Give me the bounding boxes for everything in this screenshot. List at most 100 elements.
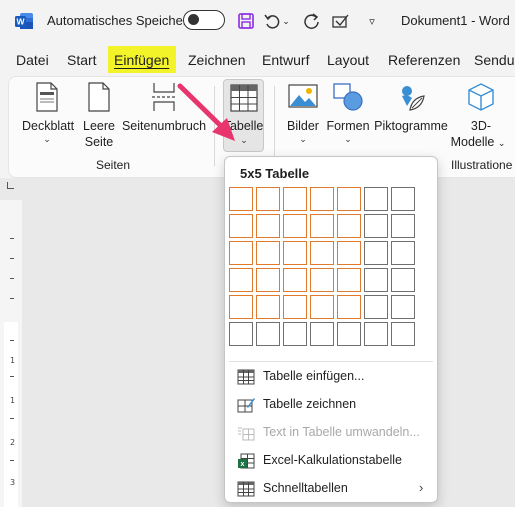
grid-cell-selected[interactable] xyxy=(337,214,361,238)
grid-cell[interactable] xyxy=(283,322,307,346)
grid-cell-selected[interactable] xyxy=(337,241,361,265)
word-logo-icon: W xyxy=(14,11,34,31)
menu-item-tabelle-einfuegen[interactable]: Tabelle einfügen... xyxy=(229,363,433,391)
cube-3d-icon xyxy=(468,83,494,111)
autosave-label: Automatisches Speichern xyxy=(47,13,195,28)
grid-cell-selected[interactable] xyxy=(283,268,307,292)
grid-cell[interactable] xyxy=(391,241,415,265)
grid-cell-selected[interactable] xyxy=(229,268,253,292)
grid-cell[interactable] xyxy=(364,322,388,346)
title-bar: W Automatisches Speichern ⌄ ▿ Dokument1 … xyxy=(0,0,515,42)
toggle-knob xyxy=(188,14,199,25)
grid-cell[interactable] xyxy=(391,268,415,292)
undo-dropdown-icon[interactable]: ⌄ xyxy=(281,11,291,31)
grid-cell-selected[interactable] xyxy=(310,214,334,238)
quick-access-menu-icon[interactable]: ▿ xyxy=(362,11,382,31)
menu-label: Excel-Kalkulationstabelle xyxy=(263,453,402,467)
grid-cell[interactable] xyxy=(310,322,334,346)
grid-cell-selected[interactable] xyxy=(337,295,361,319)
grid-cell[interactable] xyxy=(229,322,253,346)
chevron-down-icon: ⌄ xyxy=(240,135,248,145)
tab-start[interactable]: Start xyxy=(67,52,97,68)
deckblatt-button[interactable]: Deckblatt ⌄ xyxy=(22,82,75,152)
grid-cell[interactable] xyxy=(364,268,388,292)
grid-cell[interactable] xyxy=(364,214,388,238)
group-separator xyxy=(214,86,215,166)
seitenumbruch-label: Seitenumbruch xyxy=(121,119,207,133)
grid-cell-selected[interactable] xyxy=(283,214,307,238)
tabelle-label: Tabelle xyxy=(223,119,264,133)
grid-cell[interactable] xyxy=(337,322,361,346)
ruler-tick xyxy=(10,340,14,341)
text-to-table-icon xyxy=(238,427,255,441)
group-separator xyxy=(274,86,275,166)
save-icon[interactable] xyxy=(236,11,256,31)
grid-cell[interactable] xyxy=(364,295,388,319)
piktogramme-button[interactable]: Piktogramme xyxy=(374,82,448,152)
ruler-tick xyxy=(10,278,14,279)
grid-cell-selected[interactable] xyxy=(256,268,280,292)
3d-modelle-button[interactable]: 3D- Modelle ⌄ xyxy=(451,82,507,154)
grid-cell-selected[interactable] xyxy=(283,295,307,319)
page-break-icon xyxy=(152,83,176,111)
grid-cell[interactable] xyxy=(391,295,415,319)
grid-cell[interactable] xyxy=(256,322,280,346)
tab-einfuegen[interactable]: Einfügen xyxy=(114,52,169,68)
undo-icon[interactable] xyxy=(262,11,282,31)
table-size-grid[interactable] xyxy=(229,187,419,352)
grid-cell-selected[interactable] xyxy=(256,241,280,265)
table-draw-icon xyxy=(237,398,255,413)
tab-datei[interactable]: Datei xyxy=(16,52,49,68)
grid-cell[interactable] xyxy=(364,187,388,211)
grid-cell-selected[interactable] xyxy=(283,241,307,265)
grid-cell-selected[interactable] xyxy=(229,214,253,238)
formen-label: Formen xyxy=(326,119,370,133)
menu-label: Schnelltabellen xyxy=(263,481,348,495)
grid-cell-selected[interactable] xyxy=(256,187,280,211)
ruler-tick xyxy=(10,418,14,419)
grid-cell[interactable] xyxy=(391,214,415,238)
grid-cell-selected[interactable] xyxy=(229,187,253,211)
seitenumbruch-button[interactable]: Seitenumbruch xyxy=(121,82,207,152)
customize-icon[interactable] xyxy=(331,11,351,31)
grid-cell-selected[interactable] xyxy=(310,187,334,211)
grid-cell-selected[interactable] xyxy=(229,241,253,265)
grid-cell[interactable] xyxy=(391,322,415,346)
deckblatt-label: Deckblatt xyxy=(22,119,75,133)
grid-cell-selected[interactable] xyxy=(256,214,280,238)
tab-entwurf[interactable]: Entwurf xyxy=(262,52,309,68)
leere-seite-button[interactable]: Leere Seite xyxy=(80,82,118,152)
quick-tables-icon xyxy=(237,481,255,497)
grid-cell[interactable] xyxy=(364,241,388,265)
grid-cell-selected[interactable] xyxy=(283,187,307,211)
ruler-tick xyxy=(10,298,14,299)
grid-cell-selected[interactable] xyxy=(256,295,280,319)
tab-zeichnen[interactable]: Zeichnen xyxy=(188,52,246,68)
grid-cell-selected[interactable] xyxy=(310,241,334,265)
tab-sendungen[interactable]: Sendu xyxy=(474,52,514,68)
pictures-icon xyxy=(288,84,318,108)
chevron-down-icon: ⌄ xyxy=(344,134,352,144)
3d-modelle-label-line1: 3D- xyxy=(470,119,492,133)
autosave-toggle[interactable] xyxy=(183,10,225,30)
grid-size-title: 5x5 Tabelle xyxy=(240,166,310,181)
tab-stop-icon[interactable] xyxy=(7,182,14,189)
grid-cell-selected[interactable] xyxy=(337,268,361,292)
ruler-tick xyxy=(10,460,14,461)
redo-icon[interactable] xyxy=(302,11,322,31)
grid-cell-selected[interactable] xyxy=(310,295,334,319)
ruler-number: 2 xyxy=(10,438,16,447)
bilder-button[interactable]: Bilder ⌄ xyxy=(283,82,323,152)
grid-cell[interactable] xyxy=(391,187,415,211)
grid-cell-selected[interactable] xyxy=(310,268,334,292)
ruler-number: 1 xyxy=(10,396,16,405)
tab-referenzen[interactable]: Referenzen xyxy=(388,52,460,68)
tab-layout[interactable]: Layout xyxy=(327,52,369,68)
menu-item-schnelltabellen[interactable]: Schnelltabellen › xyxy=(229,475,433,503)
menu-item-tabelle-zeichnen[interactable]: Tabelle zeichnen xyxy=(229,391,433,419)
formen-button[interactable]: Formen ⌄ xyxy=(325,82,371,152)
grid-cell-selected[interactable] xyxy=(337,187,361,211)
menu-item-excel-kalkulationstabelle[interactable]: x Excel-Kalkulationstabelle xyxy=(229,447,433,475)
grid-cell-selected[interactable] xyxy=(229,295,253,319)
tabelle-button[interactable]: Tabelle ⌄ xyxy=(223,79,264,152)
